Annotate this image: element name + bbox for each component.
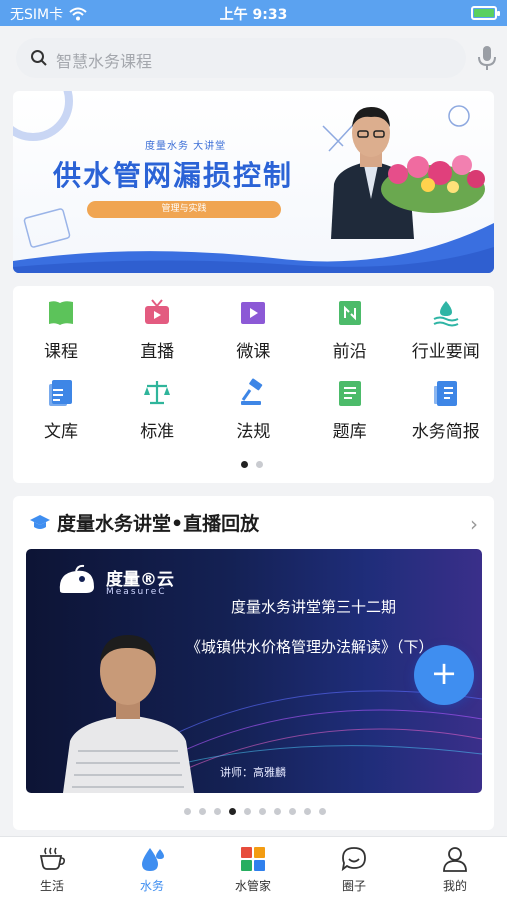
tab-label-water: 水务 bbox=[139, 879, 164, 893]
page-dot bbox=[319, 808, 326, 815]
page-dot bbox=[214, 808, 221, 815]
grid-item-4[interactable]: 前沿 bbox=[302, 298, 398, 362]
page-dot bbox=[259, 808, 266, 815]
tab-label-life: 生活 bbox=[39, 879, 64, 893]
tab-mine[interactable]: 我的 bbox=[405, 845, 505, 894]
tab-label-circle: 圈子 bbox=[341, 879, 366, 893]
grid-item-label: 微课 bbox=[236, 342, 271, 362]
chat-icon bbox=[341, 847, 366, 872]
document-icon bbox=[335, 378, 365, 408]
report-icon bbox=[431, 378, 461, 408]
page-dot bbox=[304, 808, 311, 815]
category-grid: 课程 直播 微课 前沿 行业要闻文库 标准 法规 题库 水务简报 bbox=[13, 286, 494, 483]
banner-title: 供水管网漏损控制 bbox=[53, 159, 294, 192]
grid-item-6[interactable]: 文库 bbox=[13, 378, 109, 442]
grid-item-9[interactable]: 题库 bbox=[302, 378, 398, 442]
grid-item-label: 标准 bbox=[140, 422, 175, 442]
grid-item-label: 课程 bbox=[44, 342, 78, 362]
page-dot bbox=[199, 808, 206, 815]
tab-water[interactable]: 水务 bbox=[102, 845, 202, 894]
page-dot bbox=[289, 808, 296, 815]
grid-item-10[interactable]: 水务简报 bbox=[398, 378, 494, 442]
search-icon bbox=[31, 50, 47, 66]
page-dot bbox=[229, 808, 236, 815]
lecturer-photo bbox=[63, 635, 194, 793]
page-dot bbox=[256, 461, 263, 468]
grid-item-label: 题库 bbox=[332, 422, 367, 442]
tab-life[interactable]: 生活 bbox=[2, 845, 102, 894]
add-button[interactable]: + bbox=[414, 645, 474, 705]
status-time: 上午 9:33 bbox=[219, 7, 288, 23]
banner-subtitle: 度量水务 大讲堂 bbox=[145, 141, 227, 152]
tab-label-water-manager: 水管家 bbox=[234, 879, 271, 893]
page-dot bbox=[244, 808, 251, 815]
measure-logo-icon bbox=[59, 564, 94, 593]
tab-circle[interactable]: 圈子 bbox=[304, 845, 404, 894]
grid-item-5[interactable]: 行业要闻 bbox=[398, 298, 494, 362]
library-icon bbox=[46, 378, 76, 408]
video-icon bbox=[238, 298, 268, 328]
grid-item-7[interactable]: 标准 bbox=[109, 378, 205, 442]
tab-water-manager[interactable]: 水管家 bbox=[203, 845, 303, 894]
chevron-right-icon[interactable]: › bbox=[470, 512, 478, 536]
scale-icon bbox=[142, 378, 172, 408]
droplet-icon bbox=[142, 848, 164, 871]
flowers-image bbox=[381, 155, 485, 213]
tv-icon bbox=[142, 298, 172, 328]
tab-bar: 生活 水务 水管家 圈子 我的 bbox=[0, 836, 507, 900]
grid-item-3[interactable]: 微课 bbox=[205, 298, 301, 362]
grid-item-1[interactable]: 课程 bbox=[13, 298, 109, 362]
book-icon bbox=[46, 298, 76, 328]
tab-label-mine: 我的 bbox=[442, 879, 467, 893]
microphone-icon[interactable] bbox=[477, 44, 497, 72]
gavel-icon bbox=[238, 378, 268, 408]
lecturer-name: 讲师：高雅麟 bbox=[220, 766, 286, 779]
video-title-line2: 《城镇供水价格管理办法解读》（下） bbox=[186, 638, 434, 656]
video-logo-sub: MeasureC bbox=[106, 587, 167, 597]
graduation-cap-icon bbox=[30, 515, 50, 529]
grid-item-label: 水务简报 bbox=[411, 422, 480, 442]
grid-item-label: 文库 bbox=[44, 422, 78, 442]
search-bar[interactable]: 智慧水务课程 bbox=[16, 38, 466, 78]
page-dot bbox=[241, 461, 248, 468]
status-bar: 无SIM卡 上午 9:33 bbox=[0, 0, 507, 26]
trend-icon bbox=[335, 298, 365, 328]
grid-app-icon bbox=[241, 847, 265, 871]
grid-item-label: 法规 bbox=[236, 422, 271, 442]
water-icon bbox=[431, 298, 461, 328]
video-title-line1: 度量水务讲堂第三十二期 bbox=[231, 598, 397, 616]
search-input[interactable]: 智慧水务课程 bbox=[56, 48, 152, 72]
grid-item-8[interactable]: 法规 bbox=[205, 378, 301, 442]
coffee-icon bbox=[39, 847, 65, 870]
grid-item-label: 行业要闻 bbox=[411, 342, 480, 362]
person-icon bbox=[443, 847, 467, 872]
lecture-page-indicator bbox=[184, 808, 326, 815]
grid-item-label: 前沿 bbox=[332, 342, 367, 362]
grid-item-label: 直播 bbox=[140, 342, 175, 362]
grid-page-indicator bbox=[241, 461, 263, 468]
grid-item-2[interactable]: 直播 bbox=[109, 298, 205, 362]
page-dot bbox=[184, 808, 191, 815]
page-dot bbox=[274, 808, 281, 815]
promo-banner[interactable]: 度量水务 大讲堂 供水管网漏损控制 管理与实践 bbox=[13, 91, 494, 273]
battery-icon bbox=[471, 6, 500, 20]
lecture-header: 度量水务讲堂•直播回放 bbox=[57, 513, 260, 535]
